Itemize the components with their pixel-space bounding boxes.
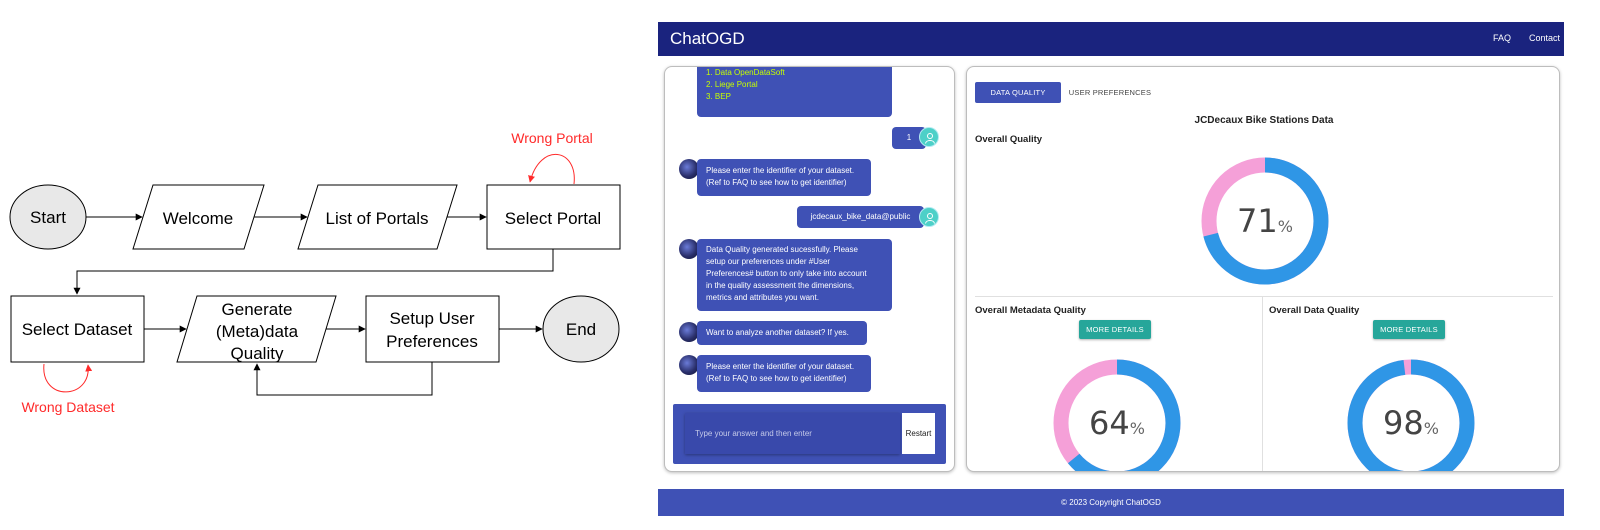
bot-message-line: metrics and attributes you want. xyxy=(706,293,819,302)
setup-prefs-label-1: Setup User xyxy=(389,309,474,328)
bot-message: Want to analyze another dataset? If yes. xyxy=(697,321,867,345)
gauge-percent: % xyxy=(1278,217,1293,236)
chat-input[interactable]: Type your answer and then enter xyxy=(685,413,900,454)
gauge-percent: % xyxy=(1424,419,1439,438)
bot-message-line: in the quality assessment the dimensions… xyxy=(706,281,855,290)
end-label: End xyxy=(566,320,596,339)
nav-links: FAQ Contact xyxy=(1493,33,1560,43)
bot-message-line: setup our preferences under #User xyxy=(706,257,831,266)
metadata-more-details-button[interactable]: MORE DETAILS xyxy=(1079,320,1151,339)
dataset-title: JCDecaux Bike Stations Data xyxy=(1194,115,1334,126)
generate-quality-label-3: Quality xyxy=(231,344,284,363)
data-quality-title: Overall Data Quality xyxy=(1269,305,1360,316)
bot-avatar xyxy=(679,322,699,342)
gauge-number: 98% xyxy=(1383,404,1439,442)
portal-item: 1. Data OpenDataSoft xyxy=(706,68,785,77)
portal-item: 3. BEP xyxy=(706,92,731,101)
gauge-percent: % xyxy=(1130,419,1145,438)
user-avatar xyxy=(919,127,939,147)
wrong-portal-label: Wrong Portal xyxy=(511,130,592,146)
bot-message-line: Data Quality generated sucessfully. Plea… xyxy=(706,245,858,254)
bot-avatar xyxy=(679,159,699,179)
user-message: jcdecaux_bike_data@public xyxy=(797,206,924,228)
welcome-label: Welcome xyxy=(163,209,234,228)
list-portals-label: List of Portals xyxy=(326,209,429,228)
bot-avatar xyxy=(679,239,699,259)
footer: © 2023 Copyright ChatOGD xyxy=(658,489,1564,516)
bot-avatar xyxy=(679,355,699,375)
select-portal-label: Select Portal xyxy=(505,209,601,228)
data-quality-gauge: 98% xyxy=(1347,359,1475,471)
restart-button[interactable]: Restart xyxy=(902,413,935,454)
wrong-portal-loop xyxy=(528,153,575,185)
bot-message: Please enter the identifier of your data… xyxy=(697,159,871,196)
setup-prefs-node xyxy=(365,295,500,363)
gauge-value: 98 xyxy=(1383,404,1424,442)
bot-message: Data Quality generated sucessfully. Plea… xyxy=(697,239,892,311)
bot-message-line: Want to analyze another dataset? If yes. xyxy=(706,328,849,337)
portal-list-message: 1. Data OpenDataSoft 2. Liege Portal 3. … xyxy=(697,67,892,117)
bot-message-line: (Ref to FAQ to see how to get identifier… xyxy=(706,374,847,383)
section-divider xyxy=(975,296,1553,297)
wrong-dataset-label: Wrong Dataset xyxy=(21,399,114,415)
select-dataset-label: Select Dataset xyxy=(22,320,133,339)
bot-message-line: (Ref to FAQ to see how to get identifier… xyxy=(706,178,847,187)
gauge-number: 71% xyxy=(1237,202,1293,240)
data-more-details-button[interactable]: MORE DETAILS xyxy=(1373,320,1445,339)
generate-quality-label-2: (Meta)data xyxy=(216,322,299,341)
bot-message-line: Please enter the identifier of your data… xyxy=(706,166,855,175)
overall-quality-title: Overall Quality xyxy=(975,134,1043,145)
bot-message: Please enter the identifier of your data… xyxy=(697,355,871,392)
chat-input-area: Type your answer and then enter Restart xyxy=(673,404,946,464)
user-message-text: jcdecaux_bike_data@public xyxy=(810,212,911,221)
nav-contact-link[interactable]: Contact xyxy=(1529,33,1560,43)
metadata-quality-gauge: 64% xyxy=(1053,359,1181,471)
generate-quality-label-1: Generate xyxy=(222,300,293,319)
tab-user-preferences[interactable]: USER PREFERENCES xyxy=(1067,82,1153,103)
gauge-number: 64% xyxy=(1089,404,1145,442)
wrong-dataset-loop xyxy=(43,363,93,393)
chatogd-app: ChatOGD FAQ Contact 1. Data OpenDataSoft… xyxy=(658,22,1564,516)
column-divider xyxy=(1262,297,1263,471)
metadata-quality-title: Overall Metadata Quality xyxy=(975,305,1086,316)
portal-item: 2. Liege Portal xyxy=(706,80,758,89)
gauge-value: 64 xyxy=(1089,404,1130,442)
brand-logo[interactable]: ChatOGD xyxy=(670,29,745,49)
bot-message-line: Please enter the identifier of your data… xyxy=(706,362,855,371)
nav-faq-link[interactable]: FAQ xyxy=(1493,33,1511,43)
user-message-text: 1 xyxy=(906,133,912,142)
tab-data-quality[interactable]: DATA QUALITY xyxy=(975,82,1061,103)
quality-dashboard: DATA QUALITY USER PREFERENCES JCDecaux B… xyxy=(966,66,1560,472)
arrow-setup-back-generate xyxy=(253,362,433,396)
user-icon xyxy=(925,133,935,144)
arrow-portal-dataset xyxy=(73,249,554,295)
flowchart-diagram: Start Welcome List of Portals Select Por… xyxy=(9,130,621,415)
user-icon xyxy=(925,213,935,224)
gauge-value: 71 xyxy=(1237,202,1278,240)
setup-prefs-label-2: Preferences xyxy=(386,332,478,351)
chat-panel: 1. Data OpenDataSoft 2. Liege Portal 3. … xyxy=(664,66,955,472)
top-navbar: ChatOGD FAQ Contact xyxy=(658,22,1564,56)
start-label: Start xyxy=(30,208,66,227)
bot-message-line: Preferences# button to only take into ac… xyxy=(706,269,867,278)
user-avatar xyxy=(919,207,939,227)
overall-quality-gauge: 71% xyxy=(1201,157,1329,285)
